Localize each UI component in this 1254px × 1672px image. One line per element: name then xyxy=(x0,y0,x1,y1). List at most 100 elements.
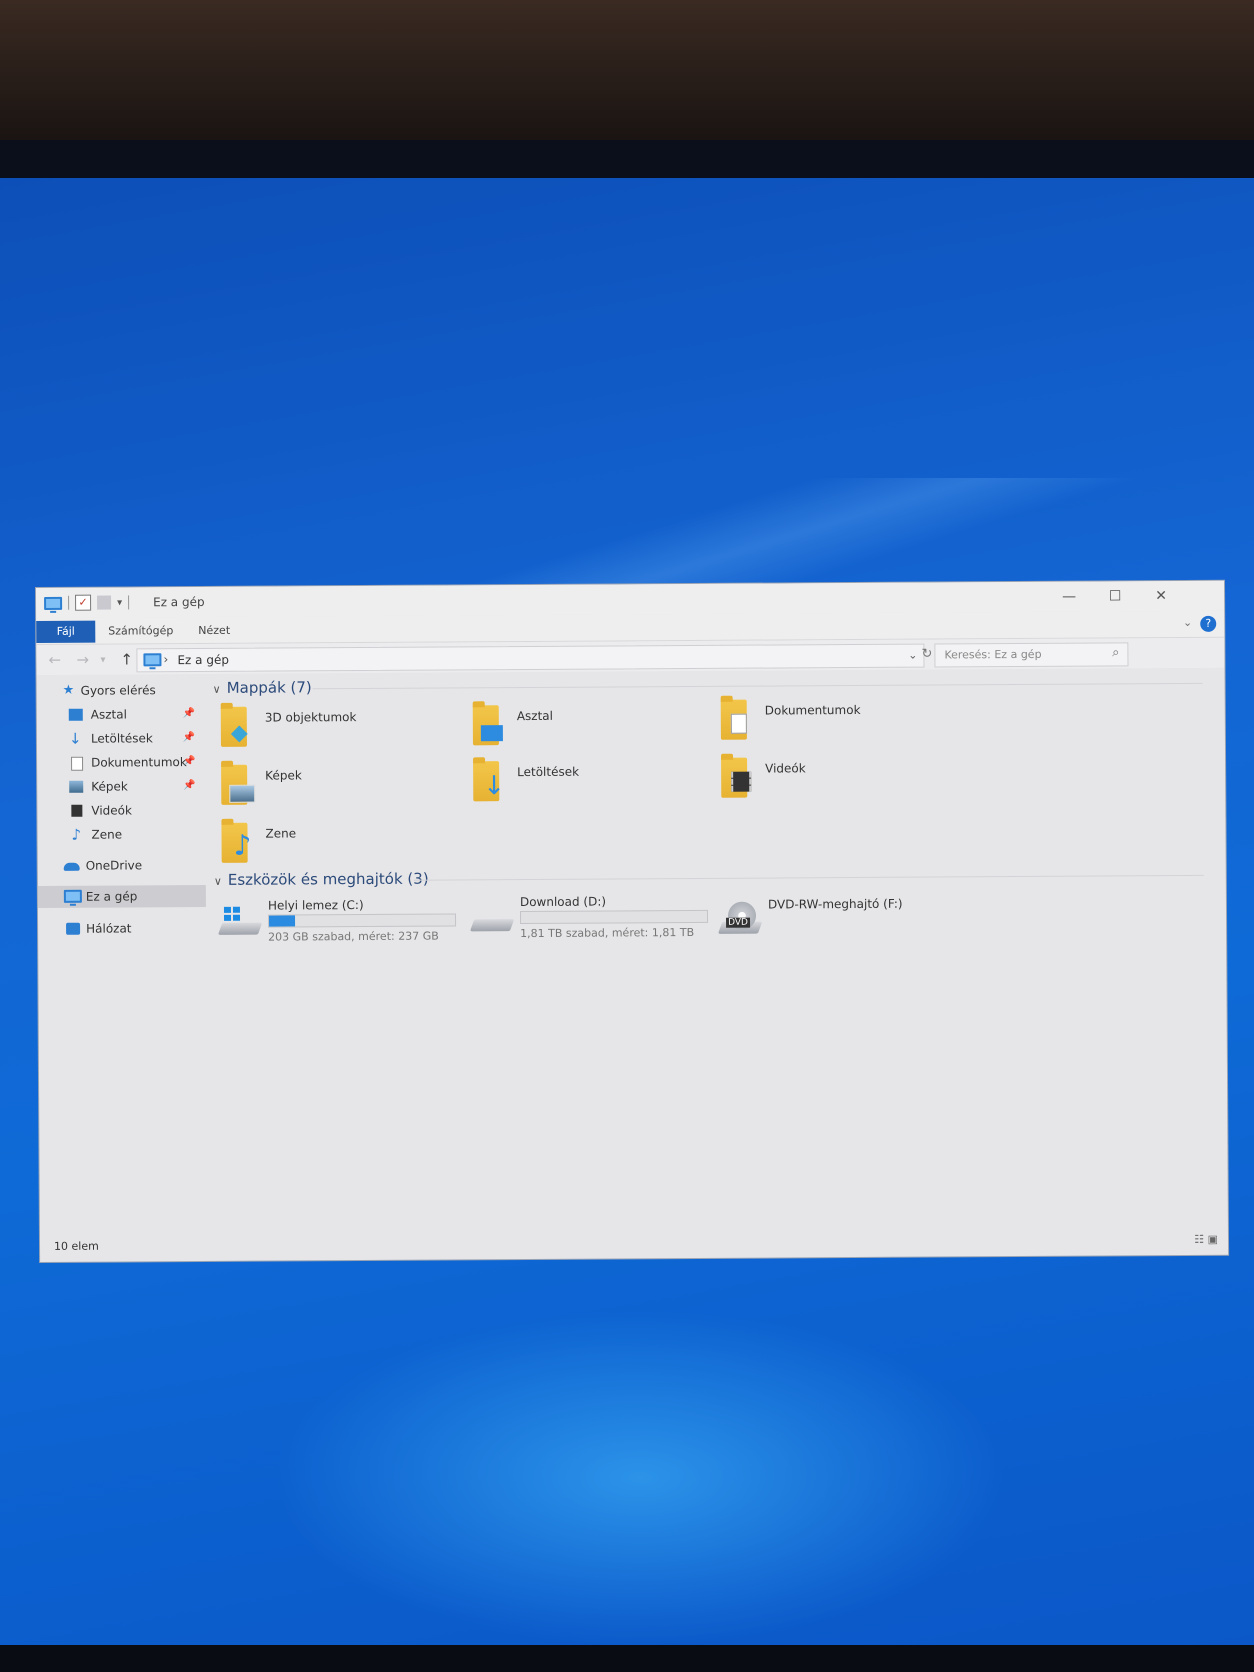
sidebar-item-documents[interactable]: Dokumentumok 📌 xyxy=(37,751,205,774)
collapse-chevron-icon[interactable]: ∨ xyxy=(214,875,222,888)
drive-item-f[interactable]: DVD DVD-RW-meghajtó (F:) xyxy=(714,896,974,952)
content-pane: ∨ Mappák (7) ◆ 3D objektumok Asztal Dokum… xyxy=(213,673,1216,1219)
breadcrumb-separator-icon: › xyxy=(163,652,169,667)
recent-locations-chevron-icon[interactable]: ▾ xyxy=(100,655,105,666)
music-folder-icon: ♪ xyxy=(221,822,252,865)
pin-icon[interactable]: 📌 xyxy=(183,751,196,773)
desktop-folder-icon xyxy=(472,705,503,747)
properties-icon[interactable]: ✓ xyxy=(75,594,92,611)
sidebar-item-label: Videók xyxy=(91,803,132,818)
drive-item-d[interactable]: Download (D:) 1,81 TB szabad, méret: 1,8… xyxy=(466,894,726,950)
3d-objects-folder-icon: ◆ xyxy=(220,706,251,749)
help-button[interactable]: ? xyxy=(1200,615,1217,632)
toolbar-separator xyxy=(128,595,130,610)
sidebar-item-quick-access[interactable]: ★ Gyors elérés xyxy=(37,679,205,702)
drive-usage-fill-c xyxy=(269,915,296,927)
pin-icon[interactable]: 📌 xyxy=(183,703,196,725)
folder-label: Zene xyxy=(265,826,297,841)
large-icons-view-icon[interactable]: ▣ xyxy=(1208,1233,1218,1246)
monitor-bezel-edge xyxy=(0,140,1254,180)
folder-item-pictures[interactable]: Képek xyxy=(213,759,463,815)
documents-icon xyxy=(71,756,84,771)
drive-name: DVD-RW-meghajtó (F:) xyxy=(767,896,903,912)
sidebar-item-label: Letöltések xyxy=(90,731,153,746)
quick-access-toolbar: ✓ ▾ xyxy=(44,593,130,612)
cloud-icon xyxy=(63,862,80,871)
sidebar-item-pictures[interactable]: Képek 📌 xyxy=(37,775,205,798)
up-arrow-icon[interactable]: ↑ xyxy=(120,650,133,668)
new-folder-icon[interactable] xyxy=(97,595,112,610)
sidebar-item-this-pc[interactable]: Ez a gép xyxy=(37,884,206,908)
sidebar-item-label: Ez a gép xyxy=(85,889,138,904)
sidebar-item-videos[interactable]: Videók xyxy=(37,799,205,822)
folder-label: Képek xyxy=(265,768,302,783)
group-divider xyxy=(413,874,1204,881)
sidebar-item-label: Hálózat xyxy=(86,921,132,936)
pin-icon[interactable]: 📌 xyxy=(183,727,196,749)
star-icon: ★ xyxy=(62,682,75,698)
folder-item-documents[interactable]: Dokumentumok xyxy=(713,694,963,750)
sidebar-item-label: Képek xyxy=(91,779,128,794)
folder-label: Asztal xyxy=(516,708,553,724)
hard-drive-icon xyxy=(469,909,515,935)
sidebar-item-desktop[interactable]: Asztal 📌 xyxy=(37,703,205,726)
computer-icon xyxy=(44,596,63,610)
search-icon[interactable]: ⌕ xyxy=(1112,645,1119,660)
pictures-icon xyxy=(69,780,84,793)
sidebar-item-network[interactable]: Hálózat xyxy=(38,917,206,940)
videos-icon xyxy=(71,804,83,817)
pictures-folder-icon xyxy=(221,764,256,807)
maximize-button[interactable]: ☐ xyxy=(1092,581,1138,611)
drives-group-header[interactable]: ∨ Eszközök és meghajtók (3) xyxy=(214,870,429,889)
sidebar-item-label: Dokumentumok xyxy=(91,755,187,770)
breadcrumb-this-pc[interactable]: Ez a gép xyxy=(177,653,229,667)
sidebar-item-music[interactable]: ♪ Zene xyxy=(37,823,205,846)
navigation-bar: ← → ▾ ↑ › Ez a gép ⌄ ↻ Keresés: Ez a gép… xyxy=(36,637,1225,675)
folder-item-desktop[interactable]: Asztal xyxy=(465,700,715,756)
forward-arrow-icon[interactable]: → xyxy=(76,651,89,669)
monitor-bezel-top xyxy=(0,0,1254,140)
minimize-button[interactable]: — xyxy=(1046,582,1092,612)
folder-item-music[interactable]: ♪ Zene xyxy=(213,817,463,873)
toolbar-separator xyxy=(68,595,70,610)
search-input[interactable]: Keresés: Ez a gép ⌕ xyxy=(934,642,1129,668)
close-button[interactable]: ✕ xyxy=(1138,581,1184,611)
sidebar-item-label: Asztal xyxy=(90,707,127,722)
desktop-icon xyxy=(68,708,83,721)
folder-label: Dokumentumok xyxy=(764,702,861,718)
folder-item-downloads[interactable]: ↓ Letöltések xyxy=(465,756,715,812)
downloads-folder-icon: ↓ xyxy=(473,761,505,803)
back-arrow-icon[interactable]: ← xyxy=(48,651,61,669)
folder-item-videos[interactable]: Videók xyxy=(713,752,963,808)
folder-label: Letöltések xyxy=(517,764,580,780)
documents-folder-icon xyxy=(720,699,751,742)
system-drive-icon xyxy=(217,906,263,939)
window-title: Ez a gép xyxy=(153,594,205,610)
drive-usage-bar xyxy=(519,909,709,925)
details-view-icon[interactable]: ☷ xyxy=(1194,1233,1204,1246)
status-item-count: 10 elem xyxy=(53,1239,99,1253)
computer-icon xyxy=(143,653,162,667)
customize-toolbar-chevron-icon[interactable]: ▾ xyxy=(117,597,122,608)
pin-icon[interactable]: 📌 xyxy=(183,775,196,797)
drive-usage-bar xyxy=(267,913,457,928)
drive-name: Helyi lemez (C:) xyxy=(267,898,364,913)
tab-view[interactable]: Nézet xyxy=(184,620,244,642)
collapse-chevron-icon[interactable]: ∨ xyxy=(213,683,221,696)
refresh-icon[interactable]: ↻ xyxy=(921,647,932,662)
address-dropdown-chevron-icon[interactable]: ⌄ xyxy=(908,649,917,662)
expand-ribbon-chevron-icon[interactable]: ⌄ xyxy=(1183,616,1192,629)
view-toggle: ☷ ▣ xyxy=(1194,1233,1218,1246)
folder-item-3d-objects[interactable]: ◆ 3D objektumok xyxy=(213,701,463,757)
tab-file[interactable]: Fájl xyxy=(36,620,96,643)
sidebar-item-downloads[interactable]: ↓ Letöltések 📌 xyxy=(37,727,205,750)
sidebar-item-label: OneDrive xyxy=(85,858,143,873)
folders-group-header[interactable]: ∨ Mappák (7) xyxy=(213,678,312,697)
music-icon: ♪ xyxy=(71,825,82,844)
sidebar-item-onedrive[interactable]: OneDrive xyxy=(38,854,206,877)
group-title: Eszközök és meghajtók (3) xyxy=(227,869,429,889)
download-icon: ↓ xyxy=(68,729,82,748)
tab-computer[interactable]: Számítógép xyxy=(94,620,187,643)
drive-item-c[interactable]: Helyi lemez (C:) 203 GB szabad, méret: 2… xyxy=(214,897,474,953)
address-bar[interactable]: › Ez a gép ⌄ xyxy=(136,643,925,673)
